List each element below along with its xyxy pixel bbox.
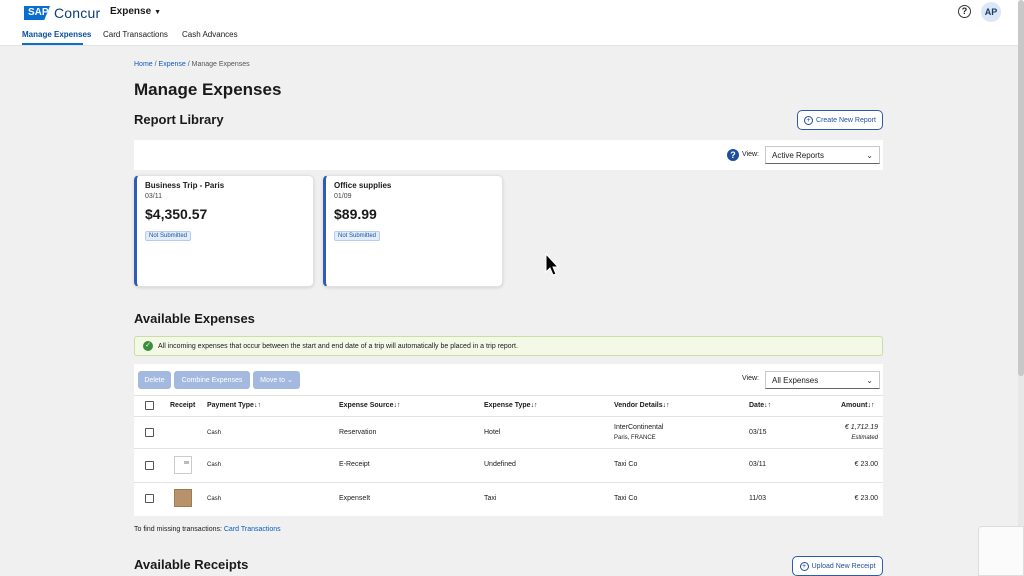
create-new-report-button[interactable]: + Create New Report	[797, 110, 883, 130]
table-divider	[134, 482, 883, 483]
card-transactions-link[interactable]: Card Transactions	[224, 526, 281, 533]
status-badge: Not Submitted	[334, 231, 381, 241]
plus-circle-icon: +	[799, 561, 809, 571]
report-amount: $89.99	[334, 206, 377, 222]
col-expense-type[interactable]: Expense Type↓↑	[484, 402, 538, 409]
cell-expense-source: ExpenseIt	[339, 495, 371, 502]
notice-text: All incoming expenses that occur between…	[158, 342, 518, 350]
row-checkbox[interactable]	[145, 461, 154, 470]
concur-wordmark: Concur	[54, 5, 101, 21]
report-view-value: Active Reports	[772, 150, 825, 160]
cell-expense-type: Hotel	[484, 429, 501, 436]
receipt-thumbnail[interactable]	[174, 489, 192, 507]
report-amount: $4,350.57	[145, 206, 208, 222]
table-divider	[134, 448, 883, 449]
chevron-down-icon: ⌄	[287, 377, 293, 384]
report-card[interactable]: Office supplies 01/09 $89.99 Not Submitt…	[323, 175, 503, 287]
missing-transactions-text: To find missing transactions:	[134, 526, 224, 533]
report-view-select[interactable]: Active Reports ⌄	[765, 146, 880, 164]
cell-vendor: Taxi Co	[614, 495, 638, 502]
mouse-pointer-icon	[545, 253, 559, 276]
app-menu-label: Expense	[110, 6, 152, 17]
col-payment-type[interactable]: Payment Type↓↑	[207, 402, 261, 409]
scrollbar-thumb[interactable]	[1018, 0, 1024, 376]
sap-concur-logo[interactable]: SAP Concur	[24, 5, 100, 21]
upload-new-receipt-button[interactable]: + Upload New Receipt	[792, 556, 883, 576]
col-date[interactable]: Date↓↑	[749, 402, 771, 409]
report-name: Office supplies	[334, 181, 392, 190]
report-date: 01/09	[334, 193, 352, 200]
cell-amount: € 23.00	[854, 461, 878, 468]
app-menu-expense[interactable]: Expense ▼	[110, 6, 161, 17]
cell-expense-type: Undefined	[484, 461, 516, 468]
row-checkbox[interactable]	[145, 428, 154, 437]
report-card[interactable]: Business Trip - Paris 03/11 $4,350.57 No…	[134, 175, 314, 287]
create-new-report-label: Create New Report	[816, 116, 876, 124]
row-checkbox[interactable]	[145, 494, 154, 503]
cell-payment-type: Cash	[207, 430, 222, 436]
table-divider	[134, 416, 883, 417]
col-amount[interactable]: Amount↓↑	[841, 402, 874, 409]
cell-expense-source: E-Receipt	[339, 461, 370, 468]
cell-amount: € 23.00	[854, 495, 878, 502]
avatar[interactable]: AP	[981, 2, 1001, 22]
caret-down-icon: ▼	[154, 9, 162, 16]
floating-widget[interactable]	[978, 526, 1024, 576]
sap-logo: SAP	[24, 6, 50, 20]
table-divider	[134, 395, 883, 396]
status-badge: Not Submitted	[145, 231, 192, 241]
available-expenses-title: Available Expenses	[134, 311, 255, 326]
cell-expense-source: Reservation	[339, 429, 377, 436]
cell-amount-note: Estimated	[851, 435, 878, 441]
page-title: Manage Expenses	[134, 80, 282, 99]
cell-vendor: InterContinental	[614, 424, 664, 431]
move-to-label: Move to	[260, 376, 286, 384]
col-receipt: Receipt	[170, 402, 196, 409]
delete-button[interactable]: Delete	[138, 371, 171, 389]
cell-payment-type: Cash	[207, 496, 222, 502]
select-all-checkbox[interactable]	[145, 401, 154, 410]
receipt-thumbnail[interactable]	[174, 456, 192, 474]
check-circle-icon: ✓	[143, 341, 153, 351]
breadcrumb-current: Manage Expenses	[191, 61, 250, 68]
cell-vendor-location: Paris, FRANCE	[614, 435, 656, 441]
report-date: 03/11	[145, 193, 162, 200]
report-view-label: View:	[742, 151, 759, 158]
tab-cash-advances[interactable]: Cash Advances	[182, 30, 238, 39]
col-vendor-details[interactable]: Vendor Details↓↑	[614, 402, 670, 409]
tab-manage-expenses[interactable]: Manage Expenses	[22, 30, 91, 39]
cell-date: 11/03	[749, 495, 766, 502]
cell-date: 03/15	[749, 429, 767, 436]
missing-transactions-hint: To find missing transactions: Card Trans…	[134, 526, 281, 533]
top-bar: SAP Concur Expense ▼ ? AP Manage Expenses…	[0, 0, 1024, 46]
col-expense-source[interactable]: Expense Source↓↑	[339, 402, 400, 409]
cell-expense-type: Taxi	[484, 495, 497, 502]
tab-card-transactions[interactable]: Card Transactions	[103, 30, 168, 39]
chevron-down-icon: ⌄	[866, 150, 873, 160]
receipt-lines	[184, 461, 189, 464]
help-question-icon[interactable]: ?	[727, 149, 739, 161]
report-name: Business Trip - Paris	[145, 181, 225, 190]
expense-view-label: View:	[742, 375, 759, 382]
combine-expenses-button[interactable]: Combine Expenses	[174, 371, 250, 389]
move-to-button[interactable]: Move to ⌄	[253, 371, 300, 389]
trip-notice-banner: ✓ All incoming expenses that occur betwee…	[134, 336, 883, 356]
plus-circle-icon: +	[804, 115, 814, 125]
expense-view-value: All Expenses	[772, 375, 819, 385]
help-icon[interactable]: ?	[958, 5, 971, 18]
cell-date: 03/11	[749, 461, 766, 468]
cell-vendor: Taxi Co	[614, 461, 638, 468]
available-receipts-title: Available Receipts	[134, 557, 249, 572]
expense-view-select[interactable]: All Expenses ⌄	[765, 371, 880, 389]
report-library-title: Report Library	[134, 112, 224, 127]
cell-amount: € 1,712.19	[844, 424, 878, 431]
chevron-down-icon: ⌄	[866, 375, 873, 385]
cell-payment-type: Cash	[207, 462, 222, 468]
breadcrumb: Home / Expense / Manage Expenses	[134, 61, 250, 68]
breadcrumb-home[interactable]: Home	[134, 61, 153, 68]
active-tab-indicator	[22, 43, 83, 45]
breadcrumb-expense[interactable]: Expense	[159, 61, 186, 68]
upload-new-receipt-label: Upload New Receipt	[811, 562, 876, 570]
